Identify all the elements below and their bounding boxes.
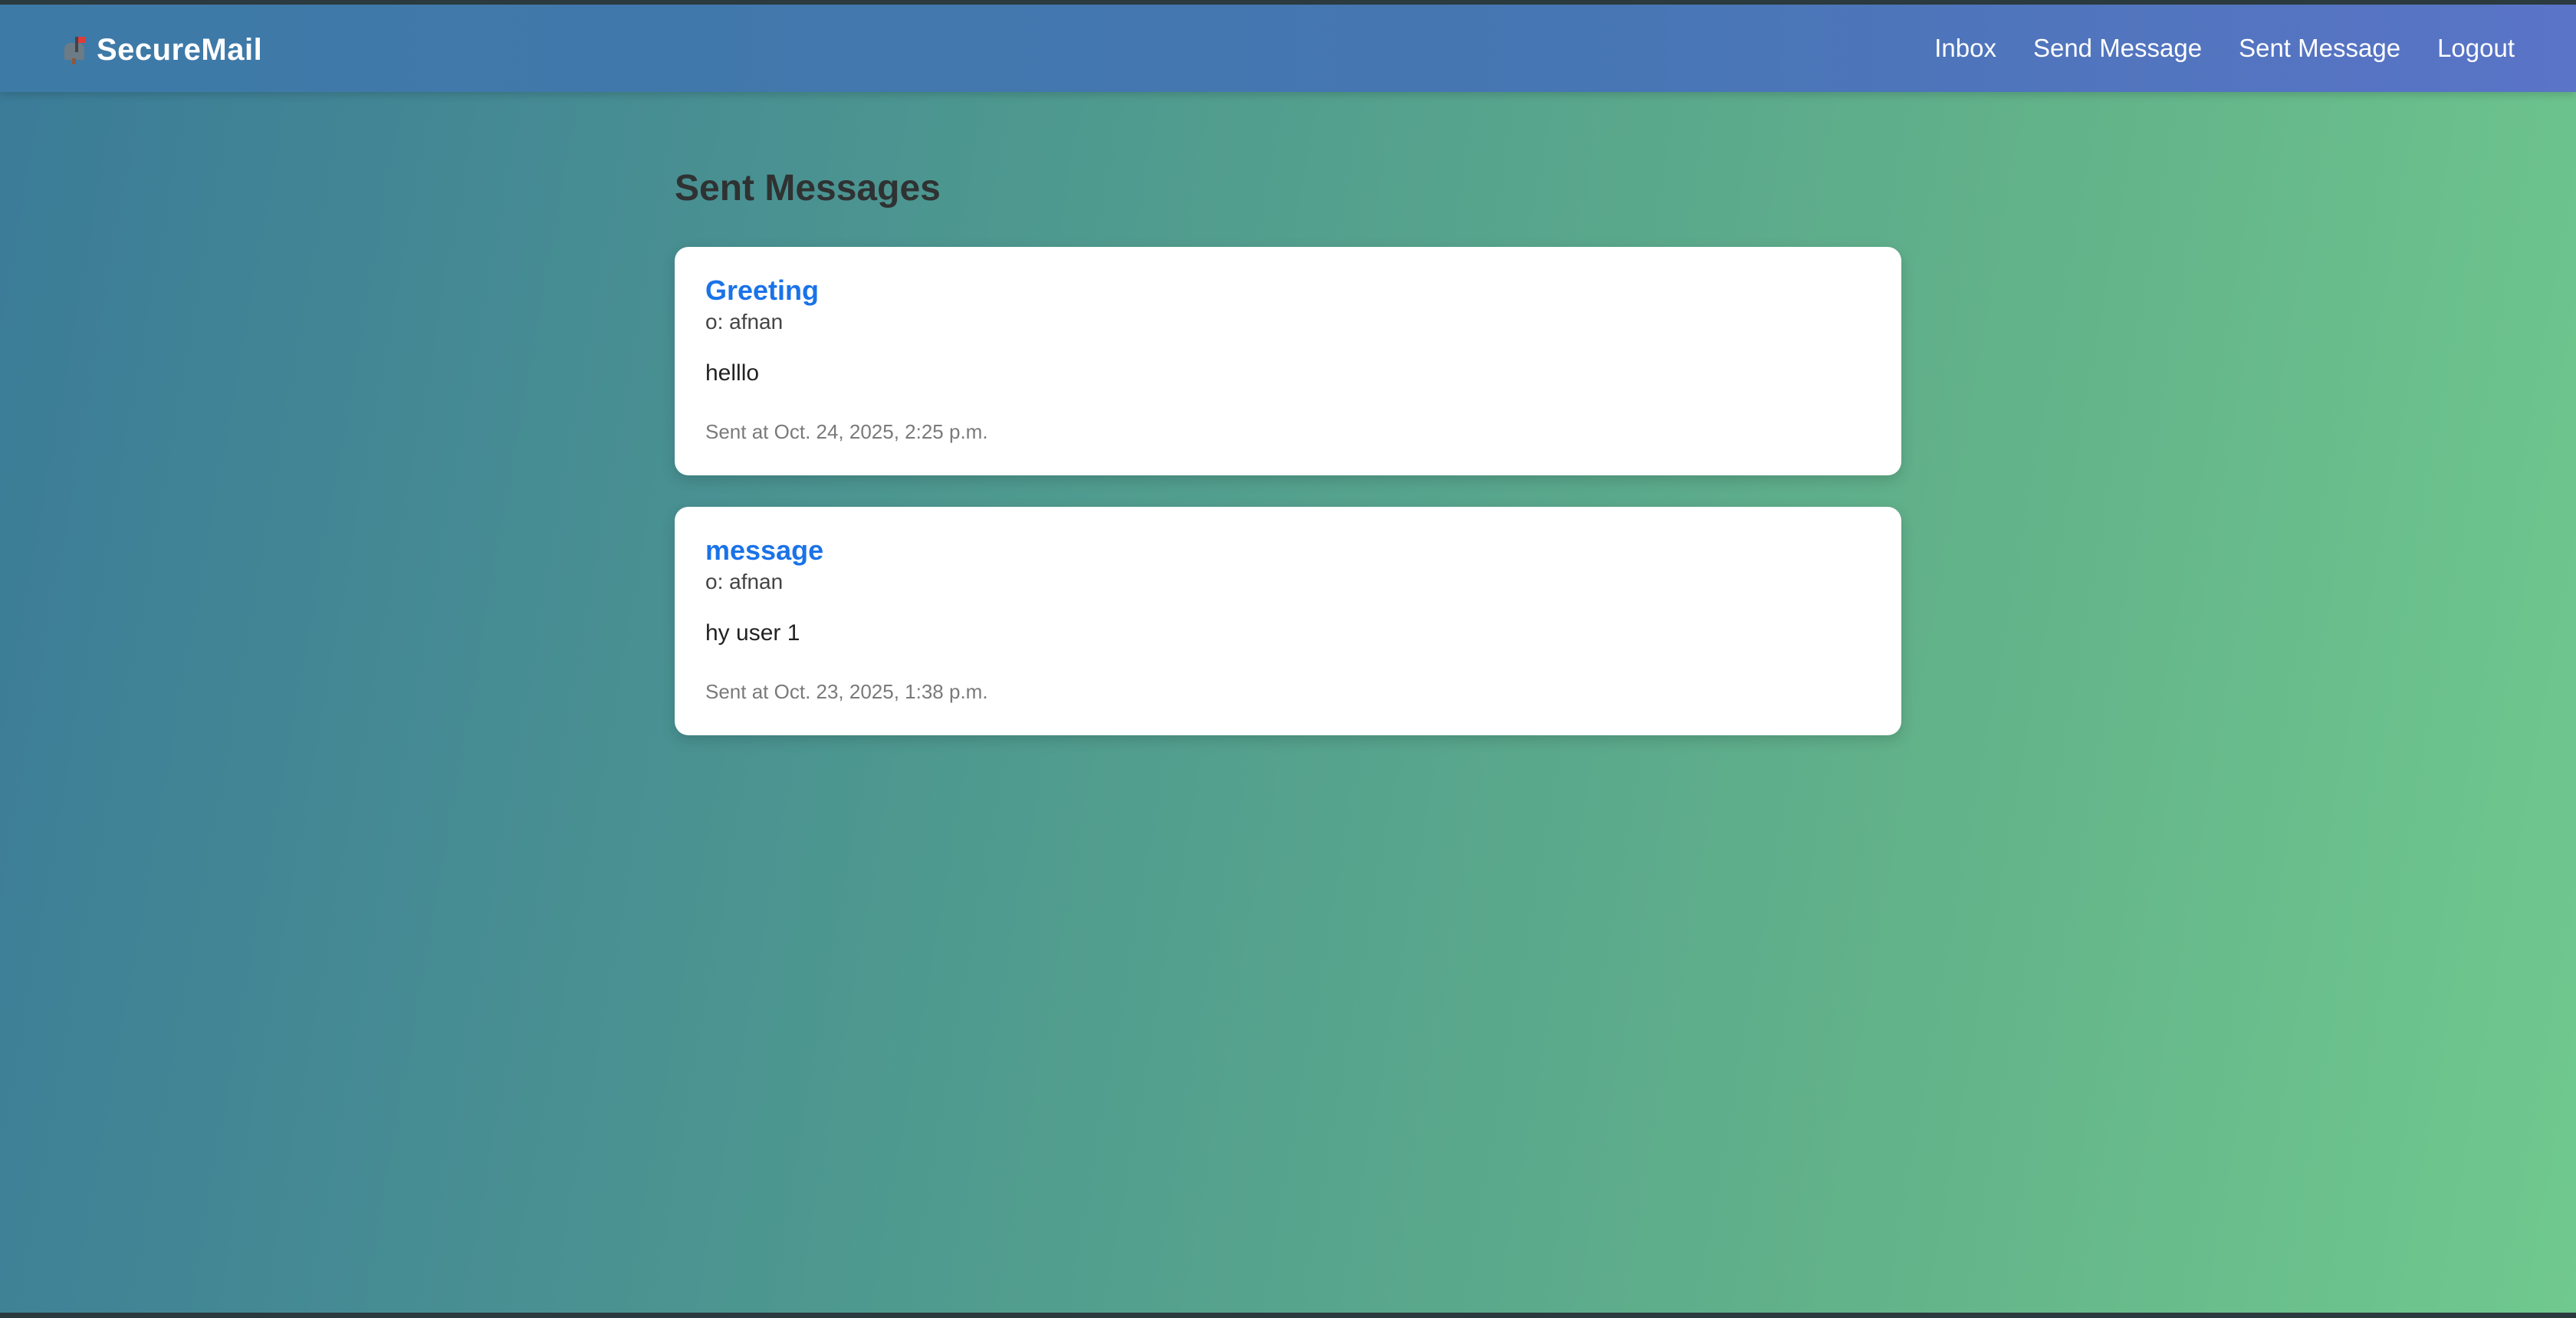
mailbox-icon [61,35,89,64]
main-content: Sent Messages Greeting o: afnan helllo S… [675,166,1901,735]
nav-link-sent-message[interactable]: Sent Message [2239,34,2400,63]
message-body: helllo [705,360,760,386]
brand[interactable]: SecureMail [61,31,262,69]
message-sent-time: Sent at Oct. 24, 2025, 2:25 p.m. [705,420,988,443]
message-body: hy user 1 [705,620,800,646]
message-subject-link[interactable]: message [705,534,823,567]
nav-link-send-message[interactable]: Send Message [2033,34,2202,63]
message-recipient: o: afnan [705,310,784,334]
navbar: SecureMail Inbox Send Message Sent Messa… [0,5,2576,92]
message-card: message o: afnan hy user 1 Sent at Oct. … [675,507,1901,735]
message-recipient: o: afnan [705,570,784,593]
brand-name: SecureMail [97,32,263,67]
message-card: Greeting o: afnan helllo Sent at Oct. 24… [675,247,1901,475]
nav-link-logout[interactable]: Logout [2437,34,2515,63]
message-subject-link[interactable]: Greeting [705,274,819,307]
message-sent-time: Sent at Oct. 23, 2025, 1:38 p.m. [705,680,988,703]
nav-links: Inbox Send Message Sent Message Logout [1934,34,2515,63]
nav-link-inbox[interactable]: Inbox [1934,34,1996,63]
page-title: Sent Messages [675,168,941,209]
app-window: SecureMail Inbox Send Message Sent Messa… [0,5,2576,1313]
